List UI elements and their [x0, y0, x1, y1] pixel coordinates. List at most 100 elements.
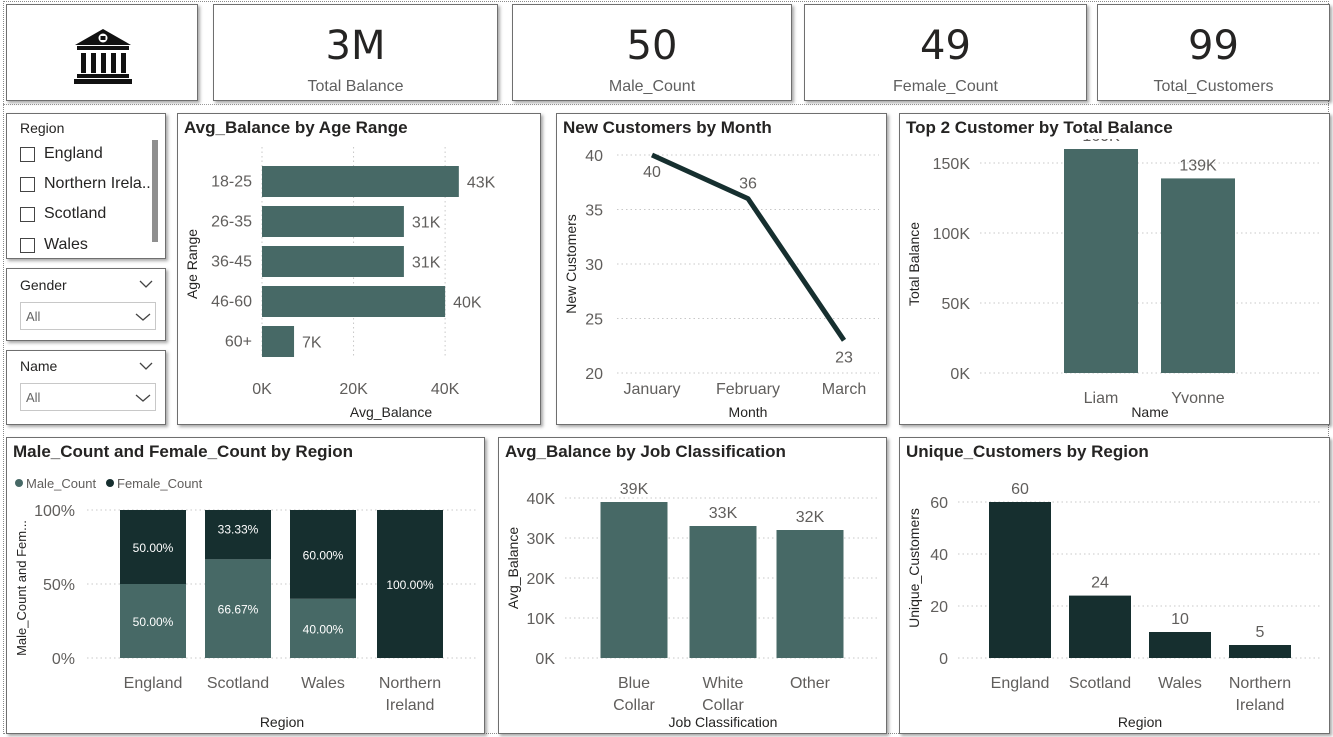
y-tick-label: 0%: [52, 651, 75, 668]
slicer-title: Region: [20, 120, 65, 136]
chart-job-card[interactable]: Avg_Balance by Job Classification 40K 30K…: [498, 437, 887, 734]
y-tick-label: 0: [939, 651, 948, 668]
checkbox[interactable]: [20, 176, 35, 192]
gender-slicer: Gender All: [6, 268, 166, 341]
slicer-scrollbar[interactable]: [152, 140, 158, 242]
x-tick-label: England: [991, 675, 1050, 692]
y-tick-label: 46-60: [211, 294, 252, 311]
checkbox[interactable]: [20, 237, 35, 253]
chart-title: Male_Count and Female_Count by Region: [13, 442, 354, 461]
bar: [989, 502, 1051, 658]
name-dropdown[interactable]: All: [20, 383, 156, 411]
legend-marker: [106, 479, 114, 487]
kpi-value: 49: [920, 23, 971, 69]
bank-icon: [74, 29, 132, 84]
x-tick-label: Blue: [618, 675, 650, 692]
chevron-down-icon[interactable]: [139, 279, 153, 289]
kpi-card-total-balance: 3M Total Balance: [213, 4, 498, 101]
chart-title: Unique_Customers by Region: [906, 442, 1149, 461]
y-tick-label: 60+: [225, 334, 252, 351]
chart-top-customers: 150K 100K 50K 0K 160K Liam 139K YvonneName Total…: [906, 139, 1322, 420]
kpi-value: 50: [626, 23, 678, 69]
chart-title: Top 2 Customer by Total Balance: [906, 118, 1173, 137]
y-tick-label: 30K: [527, 531, 556, 548]
y-tick-label: 60: [930, 495, 948, 512]
x-tick-label: Wales: [1158, 675, 1202, 692]
bar: [262, 166, 459, 197]
slicer-item-scotland[interactable]: Scotland: [20, 203, 106, 225]
slicer-item-wales[interactable]: Wales: [20, 234, 88, 256]
y-axis-title: Male_Count and Fem...: [14, 520, 29, 656]
data-label: 31K: [412, 255, 441, 272]
checkbox[interactable]: [20, 146, 35, 162]
bar: [600, 502, 668, 658]
chevron-down-icon: [135, 313, 151, 321]
slicer-title: Name: [20, 358, 58, 374]
data-label: 5: [1256, 624, 1265, 641]
legend-label: Female_Count: [117, 476, 203, 491]
slicer-item-label: England: [44, 145, 103, 162]
kpi-label: Total_Customers: [1153, 78, 1274, 95]
y-tick-label: 20: [930, 599, 948, 616]
bar: [1229, 645, 1291, 658]
chart-title: New Customers by Month: [563, 118, 772, 137]
slicer-item-label: Northern Irela...: [44, 175, 156, 192]
x-tick-label: March: [822, 381, 866, 398]
slicer-item-northern-ireland[interactable]: Northern Irela...: [20, 173, 155, 195]
chart-new-customers: 40 35 30 25 20 40 January 36 February 23 March Mont…: [563, 148, 879, 420]
slicer-item-england[interactable]: England: [20, 143, 103, 165]
x-axis-title: Job Classification: [669, 714, 778, 730]
checkbox[interactable]: [20, 206, 35, 222]
bar: [1069, 595, 1131, 658]
y-tick-label: 0K: [950, 366, 970, 383]
chart-top2-card[interactable]: Top 2 Customer by Total Balance 150K 100K…: [899, 113, 1330, 425]
bar: [1149, 632, 1211, 658]
dropdown-value: All: [26, 309, 41, 324]
data-label: 32K: [796, 509, 825, 526]
x-axis-title: Region: [1118, 714, 1162, 730]
x-tick-label: Northern: [1229, 675, 1291, 692]
chart-title: Avg_Balance by Age Range: [184, 118, 408, 137]
bar: [689, 526, 757, 658]
chevron-down-icon: [135, 394, 151, 402]
data-label: 100.00%: [386, 578, 434, 592]
x-tick-label: Ireland: [386, 697, 435, 714]
x-tick-label: White: [703, 675, 744, 692]
data-label: 39K: [620, 481, 649, 498]
y-axis-title: Avg_Balance: [505, 527, 521, 609]
y-axis-title: Total Balance: [906, 222, 922, 306]
gender-dropdown[interactable]: All: [20, 302, 156, 330]
data-label: 24: [1091, 575, 1109, 592]
chart-job-classification: 40K 30K 20K 10K 0K 39K Blue Collar 33K White Colla…: [505, 481, 879, 730]
logo-card: [6, 4, 198, 101]
data-label: 60.00%: [303, 548, 344, 562]
kpi-label: Total Balance: [307, 78, 404, 95]
data-label: 31K: [412, 215, 441, 232]
data-label: 33K: [709, 505, 738, 522]
y-tick-label: 18-25: [211, 174, 252, 191]
y-tick-label: 35: [585, 203, 603, 220]
y-tick-label: 26-35: [211, 214, 252, 231]
region-slicer: Region England Northern Irela... Scotlan…: [6, 113, 166, 259]
data-label: 7K: [302, 335, 322, 352]
x-tick-label: Scotland: [1069, 675, 1131, 692]
x-tick-label: Ireland: [1236, 697, 1285, 714]
y-tick-label: 100K: [933, 226, 971, 243]
chart-title: Avg_Balance by Job Classification: [505, 442, 786, 461]
y-tick-label: 150K: [933, 156, 971, 173]
chart-age-card[interactable]: Avg_Balance by Age Range 0K 20K 40K 18-25 43…: [177, 113, 541, 425]
bar: [262, 286, 446, 317]
chart-gender-region-card[interactable]: Male_Count and Female_Count by Region Ma…: [6, 437, 485, 734]
chart-unique-card[interactable]: Unique_Customers by Region 60 40 20 0 60 Engl…: [899, 437, 1330, 734]
data-label: 66.67%: [218, 603, 259, 617]
x-tick-label: Collar: [702, 697, 744, 714]
y-tick-label: 36-45: [211, 254, 252, 271]
data-label: 40K: [453, 295, 482, 312]
data-label: 40.00%: [303, 622, 344, 636]
bar: [262, 206, 404, 237]
chart-unique-customers: 60 40 20 0 60 England 24 Scotland 10 Wales 5 Northe…: [906, 481, 1322, 730]
chart-month-card[interactable]: New Customers by Month 40 35 30 25 20 40 Janua…: [556, 113, 887, 425]
x-tick-label: 20K: [339, 381, 368, 398]
kpi-card-female-count: 49 Female_Count: [804, 4, 1087, 101]
chevron-down-icon[interactable]: [139, 361, 153, 371]
